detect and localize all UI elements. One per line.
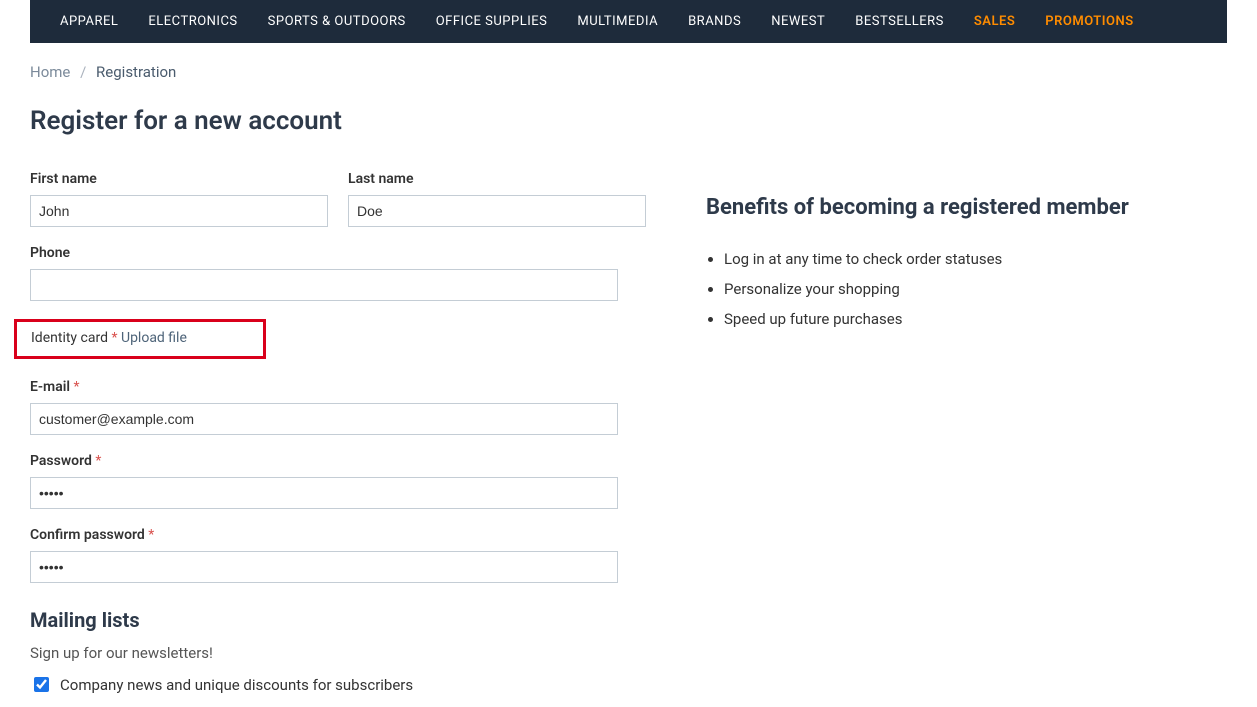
nav-item-sales[interactable]: SALES (959, 14, 1030, 29)
benefit-item: Speed up future purchases (724, 310, 1227, 328)
register-form: First name Last name Phone Identity card… (30, 171, 646, 695)
newsletter-label: Company news and unique discounts for su… (60, 676, 413, 694)
first-name-label: First name (30, 171, 328, 187)
breadcrumb-home[interactable]: Home (30, 63, 70, 81)
nav-item-bestsellers[interactable]: BESTSELLERS (840, 14, 959, 29)
page-title: Register for a new account (30, 106, 1227, 136)
password-input[interactable] (30, 477, 618, 509)
nav-item-promotions[interactable]: PROMOTIONS (1030, 14, 1148, 29)
nav-item-brands[interactable]: BRANDS (673, 14, 756, 29)
mailing-subtext: Sign up for our newsletters! (30, 644, 646, 662)
confirm-password-input[interactable] (30, 551, 618, 583)
main-nav: APPARELELECTRONICSSPORTS & OUTDOORSOFFIC… (30, 0, 1227, 43)
nav-item-newest[interactable]: NEWEST (756, 14, 840, 29)
benefits-panel: Benefits of becoming a registered member… (706, 171, 1227, 695)
breadcrumb-current: Registration (96, 63, 176, 81)
newsletter-checkbox[interactable] (34, 677, 49, 692)
first-name-input[interactable] (30, 195, 328, 227)
last-name-input[interactable] (348, 195, 646, 227)
email-label: E-mail * (30, 379, 646, 395)
phone-input[interactable] (30, 269, 618, 301)
nav-item-office-supplies[interactable]: OFFICE SUPPLIES (421, 14, 563, 29)
password-label: Password * (30, 453, 646, 469)
mailing-lists-heading: Mailing lists (30, 608, 646, 632)
nav-item-apparel[interactable]: APPAREL (45, 14, 133, 29)
upload-file-link[interactable]: Upload file (121, 330, 187, 346)
nav-item-sports-outdoors[interactable]: SPORTS & OUTDOORS (253, 14, 421, 29)
identity-card-label: Identity card * (31, 330, 121, 346)
confirm-password-label: Confirm password * (30, 527, 646, 543)
breadcrumb-separator: / (74, 63, 92, 81)
nav-item-electronics[interactable]: ELECTRONICS (133, 14, 252, 29)
breadcrumb: Home / Registration (30, 43, 1227, 106)
benefit-item: Personalize your shopping (724, 280, 1227, 298)
identity-card-field: Identity card * Upload file (14, 319, 266, 359)
phone-label: Phone (30, 245, 646, 261)
benefits-heading: Benefits of becoming a registered member (706, 195, 1227, 220)
last-name-label: Last name (348, 171, 646, 187)
nav-item-multimedia[interactable]: MULTIMEDIA (562, 14, 673, 29)
benefit-item: Log in at any time to check order status… (724, 250, 1227, 268)
email-input[interactable] (30, 403, 618, 435)
